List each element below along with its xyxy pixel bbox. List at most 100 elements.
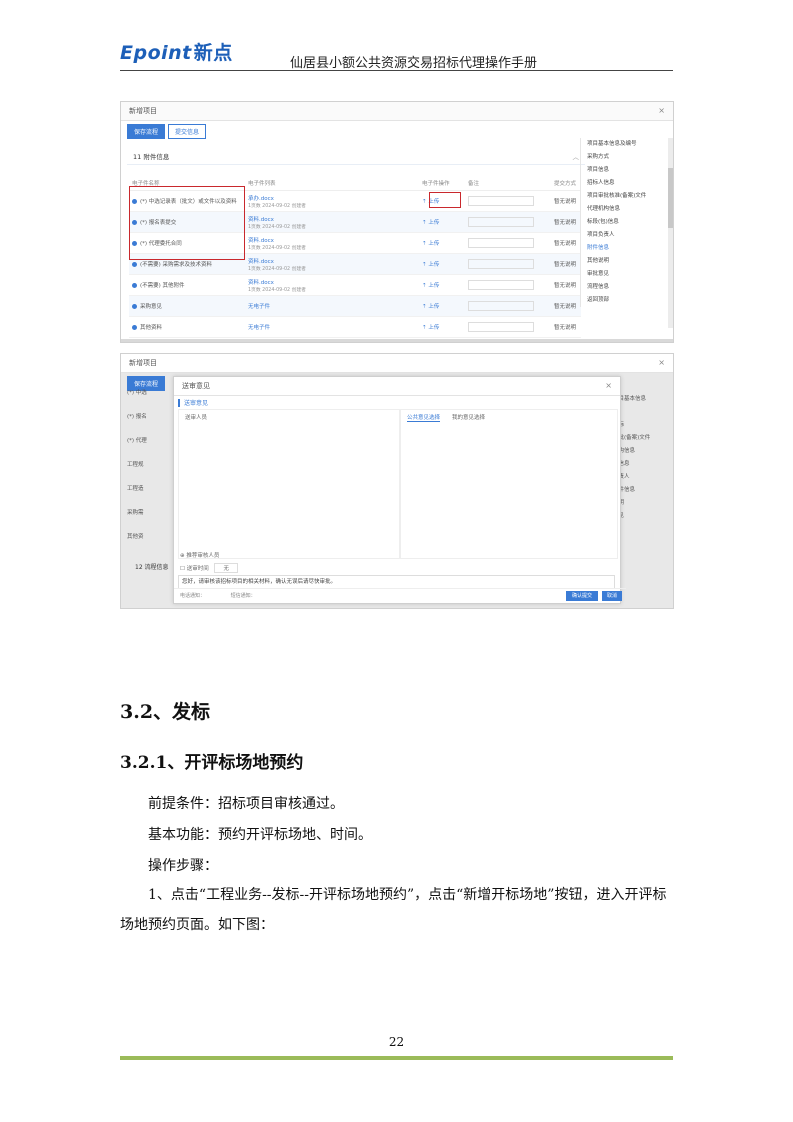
file-link[interactable]: 资料.docx — [248, 259, 274, 265]
file-link[interactable]: 承办.docx — [248, 196, 274, 202]
sms-notify: 短信通知： — [230, 593, 256, 599]
file-link[interactable]: 无电子件 — [248, 325, 270, 331]
remark-input[interactable] — [468, 217, 534, 227]
upload-label: 上传 — [428, 262, 440, 268]
file-link[interactable]: 资料.docx — [248, 280, 274, 286]
epoint-logo: Epoint 新点 — [120, 38, 233, 65]
side-nav-item[interactable]: 项目基本信息及编号 — [587, 138, 665, 151]
close-icon[interactable]: × — [605, 377, 612, 395]
info-icon — [132, 283, 137, 288]
tab-submit-info[interactable]: 提交信息 — [168, 124, 207, 139]
info-icon — [132, 262, 137, 267]
confirm-submit-button[interactable]: 确认提交 — [565, 591, 598, 601]
upload-label: 上传 — [428, 304, 440, 310]
remark-input[interactable] — [468, 238, 534, 248]
op-cell: ⇡ 上传 — [419, 295, 465, 317]
opinion-tabs: 公共意见选择 我的意见选择 — [401, 410, 617, 425]
screenshot-submit-review: 新增项目 × 保存流程 (*) 中选 (*) 报名 (*) 代理 工程规 工程造 采购需其… — [120, 353, 674, 609]
scrollbar[interactable] — [668, 138, 673, 328]
background-list-item: (*) 报名 — [127, 414, 147, 420]
review-dialog-title: 送审意见 — [182, 382, 210, 390]
time-select[interactable]: 无 — [214, 563, 238, 573]
section-marker — [178, 399, 180, 407]
remark-input[interactable] — [468, 259, 534, 269]
scrollbar-thumb[interactable] — [668, 168, 673, 228]
chevron-up-icon[interactable]: ︿ — [573, 150, 580, 164]
side-nav-item[interactable]: 项目负责人 — [587, 229, 665, 242]
tab-public-opinion[interactable]: 公共意见选择 — [407, 413, 441, 422]
upload-button[interactable]: ⇡ 上传 — [422, 262, 439, 268]
file-cell: 资料.docx 1页数 2024-09-02 创建者 — [245, 232, 391, 254]
time-label: 送审时间 — [186, 566, 209, 572]
col-extra — [391, 176, 419, 191]
checkbox[interactable]: ☐ — [180, 566, 185, 572]
review-dialog-title-bar: 送审意见 × — [174, 377, 620, 396]
side-nav-item[interactable]: 项目信息 — [587, 164, 665, 177]
remark-cell — [465, 232, 551, 254]
upload-label: 上传 — [428, 220, 440, 226]
submit-mode: 暂无说明 — [554, 262, 577, 268]
op-cell: ⇡ 上传 — [419, 232, 465, 254]
file-link[interactable]: 无电子件 — [248, 304, 270, 310]
table-row: 采购意见 无电子件 ⇡ 上传 暂无说明 — [129, 295, 581, 317]
upload-button[interactable]: ⇡ 上传 — [422, 325, 439, 331]
subsection-heading: 3.2.1、开评标场地预约 — [120, 753, 304, 773]
upload-button[interactable]: ⇡ 上传 — [422, 304, 439, 310]
dialog-title-bar: 新增项目 × — [121, 102, 673, 121]
op-cell: ⇡ 上传 — [419, 316, 465, 338]
file-meta: 1页数 2024-09-02 创建者 — [248, 287, 306, 293]
table-row: 其他资料 无电子件 ⇡ 上传 暂无说明 — [129, 316, 581, 338]
side-nav-item[interactable]: 其他说明 — [587, 255, 665, 268]
remark-input[interactable] — [468, 301, 534, 311]
dialog-title: 新增项目 — [129, 107, 157, 115]
tab-my-opinion[interactable]: 我的意见选择 — [452, 413, 485, 422]
submit-mode: 暂无说明 — [554, 304, 577, 310]
background-list-item: 工程造 — [127, 486, 144, 492]
side-nav-item[interactable]: 标段(包)信息 — [587, 216, 665, 229]
file-cell: 无电子件 — [245, 295, 391, 317]
logo-cn: 新点 — [193, 42, 233, 64]
side-nav-item[interactable]: 代理机构信息 — [587, 203, 665, 216]
close-icon[interactable]: × — [658, 102, 665, 120]
side-nav-item[interactable]: 附件信息 — [587, 242, 665, 255]
tab-save-flow[interactable]: 保存流程 — [127, 124, 166, 139]
logo-text: Epoint — [120, 42, 192, 64]
upload-button[interactable]: ⇡ 上传 — [422, 283, 439, 289]
side-nav-item[interactable]: 采购方式 — [587, 151, 665, 164]
file-cell: 承办.docx 1页数 2024-09-02 创建者 — [245, 190, 391, 212]
col-op: 电子件操作 — [419, 176, 465, 191]
remark-input[interactable] — [468, 280, 534, 290]
submit-mode: 暂无说明 — [554, 325, 577, 331]
mode-cell: 暂无说明 — [551, 316, 581, 338]
tab-bar: 保存流程 提交信息 — [127, 124, 207, 139]
recommend-icon: ⊕ — [180, 553, 185, 559]
side-nav-item[interactable]: 招标人信息 — [587, 177, 665, 190]
cancel-button[interactable]: 取消 — [601, 591, 622, 601]
remark-input[interactable] — [468, 322, 534, 332]
opinion-textarea[interactable]: 您好，请审核该招标项目的相关材料，确认无误后请尽快审批。 — [178, 575, 615, 589]
remark-input[interactable] — [468, 196, 534, 206]
upload-button[interactable]: ⇡ 上传 — [422, 241, 439, 247]
paragraph-precondition: 前提条件：招标项目审核通过。 — [148, 796, 344, 812]
background-list-item: (*) 中选 — [127, 390, 147, 396]
recommend-row: ⊕ 推荐审核人员 — [180, 551, 219, 559]
mode-cell: 暂无说明 — [551, 190, 581, 212]
side-nav-item[interactable]: 流程信息 — [587, 281, 665, 294]
mode-cell: 暂无说明 — [551, 253, 581, 275]
extra-cell — [391, 232, 419, 254]
file-link[interactable]: 资料.docx — [248, 217, 274, 223]
upload-button[interactable]: ⇡ 上传 — [422, 220, 439, 226]
background-list-item: 其他资 — [127, 534, 144, 540]
file-cell: 无电子件 — [245, 316, 391, 338]
side-nav-item[interactable]: 返回顶部 — [587, 294, 665, 307]
recommend-label[interactable]: 推荐审核人员 — [186, 553, 219, 559]
extra-cell — [391, 190, 419, 212]
side-nav-item[interactable]: 审批意见 — [587, 268, 665, 281]
section-heading: 3.2、发标 — [120, 701, 211, 723]
file-link[interactable]: 资料.docx — [248, 238, 274, 244]
extra-cell — [391, 274, 419, 296]
side-nav-item[interactable]: 项目审批核准(备案)文件 — [587, 190, 665, 203]
col-mode: 提交方式 — [551, 176, 581, 191]
close-icon[interactable]: × — [658, 354, 665, 372]
phone-notify: 电话通知： — [180, 593, 206, 599]
